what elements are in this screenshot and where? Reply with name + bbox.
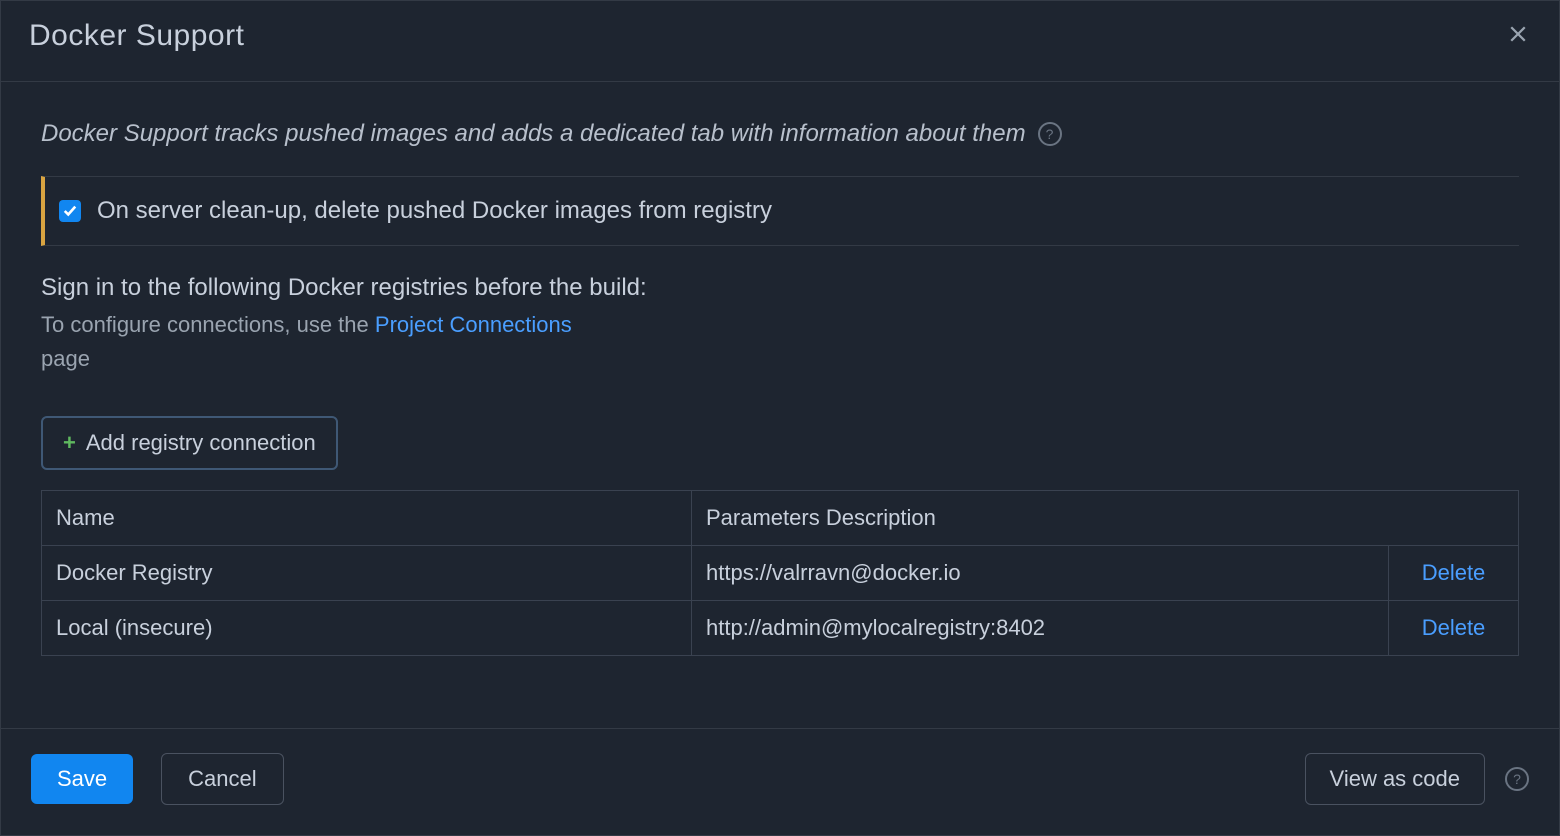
signin-page-text: page (41, 346, 1519, 372)
table-header-row: Name Parameters Description (42, 491, 1519, 546)
dialog-footer: Save Cancel View as code ? (1, 728, 1559, 835)
table-row: Docker Registry https://valrravn@docker.… (42, 546, 1519, 601)
cell-params: http://admin@mylocalregistry:8402 (692, 601, 1389, 656)
add-registry-button[interactable]: + Add registry connection (41, 416, 338, 470)
signin-heading: Sign in to the following Docker registri… (41, 274, 1519, 302)
col-header-params: Parameters Description (692, 491, 1519, 546)
cell-name: Docker Registry (42, 546, 692, 601)
help-icon[interactable]: ? (1505, 767, 1529, 791)
table-row: Local (insecure) http://admin@mylocalreg… (42, 601, 1519, 656)
close-icon[interactable] (1505, 21, 1531, 51)
registry-table: Name Parameters Description Docker Regis… (41, 490, 1519, 656)
delete-link[interactable]: Delete (1422, 560, 1486, 585)
cell-name: Local (insecure) (42, 601, 692, 656)
cancel-button[interactable]: Cancel (161, 753, 283, 805)
cleanup-label[interactable]: On server clean-up, delete pushed Docker… (97, 197, 772, 225)
description-text: Docker Support tracks pushed images and … (41, 120, 1026, 148)
footer-left: Save Cancel (31, 753, 284, 805)
cleanup-row: On server clean-up, delete pushed Docker… (41, 176, 1519, 246)
footer-right: View as code ? (1305, 753, 1529, 805)
project-connections-link[interactable]: Project Connections (375, 312, 572, 337)
delete-link[interactable]: Delete (1422, 615, 1486, 640)
docker-support-dialog: Docker Support Docker Support tracks pus… (0, 0, 1560, 836)
dialog-header: Docker Support (1, 1, 1559, 82)
help-icon[interactable]: ? (1038, 122, 1062, 146)
cleanup-checkbox[interactable] (59, 200, 81, 222)
col-header-name: Name (42, 491, 692, 546)
description-row: Docker Support tracks pushed images and … (41, 120, 1519, 148)
dialog-title: Docker Support (29, 19, 244, 53)
dialog-body: Docker Support tracks pushed images and … (1, 82, 1559, 688)
cell-params: https://valrravn@docker.io (692, 546, 1389, 601)
add-registry-label: Add registry connection (86, 430, 316, 456)
save-button[interactable]: Save (31, 754, 133, 804)
signin-subtext: To configure connections, use the Projec… (41, 312, 1519, 338)
plus-icon: + (63, 432, 76, 454)
signin-sub-prefix: To configure connections, use the (41, 312, 375, 337)
view-as-code-button[interactable]: View as code (1305, 753, 1485, 805)
